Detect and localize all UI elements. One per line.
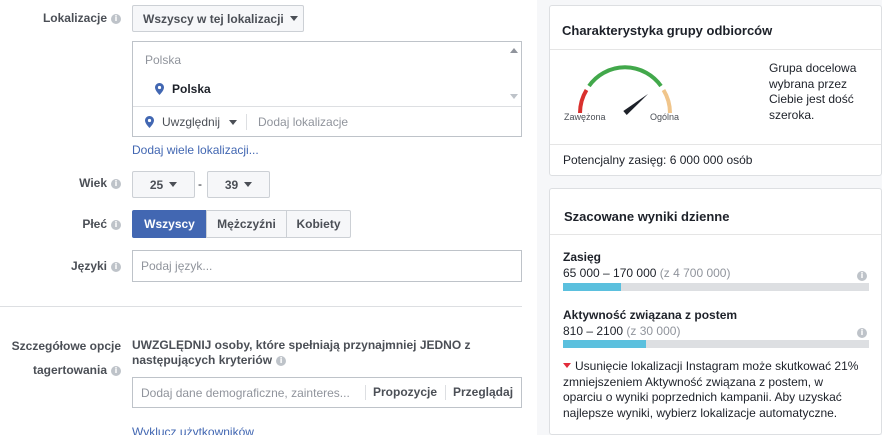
info-icon[interactable]: i bbox=[111, 366, 121, 376]
gauge-label-narrow: Zawężona bbox=[564, 112, 606, 122]
reach-progress-bar bbox=[563, 283, 869, 291]
age-from-select[interactable]: 25 bbox=[132, 171, 195, 198]
summary-sidebar: Charakterystyka grupy odbiorców Zawężona… bbox=[537, 0, 882, 435]
add-many-locations-link[interactable]: Dodaj wiele lokalizacji... bbox=[132, 143, 259, 157]
language-input[interactable]: Podaj język... bbox=[132, 250, 522, 282]
age-separator: - bbox=[198, 177, 202, 191]
audience-description: Grupa docelowa wybrana przez Ciebie jest… bbox=[769, 61, 857, 122]
gender-men-button[interactable]: Mężczyźni bbox=[206, 210, 287, 238]
browse-button[interactable]: Przeglądaj bbox=[453, 385, 513, 399]
instagram-warning: Usunięcie lokalizacji Instagram może sku… bbox=[563, 359, 859, 420]
divider bbox=[133, 106, 521, 107]
languages-label: Języki i bbox=[20, 259, 121, 273]
location-audience-dropdown[interactable]: Wszyscy w tej lokalizacji bbox=[132, 5, 304, 32]
scroll-up-icon[interactable] bbox=[510, 48, 518, 53]
gauge-needle bbox=[623, 93, 649, 115]
detailed-targeting-description: UWZGLĘDNIJ osoby, które spełniają przyna… bbox=[132, 338, 471, 367]
divider bbox=[246, 114, 247, 130]
info-icon[interactable]: i bbox=[111, 220, 121, 230]
engagement-progress-bar bbox=[563, 340, 869, 348]
divider bbox=[445, 385, 446, 400]
include-dropdown[interactable]: Uwzględnij bbox=[145, 115, 238, 129]
daily-results-card: Szacowane wyniki dzienne Zasięg 65 000 –… bbox=[549, 188, 882, 435]
info-icon[interactable]: i bbox=[111, 179, 121, 189]
add-location-input[interactable]: Dodaj lokalizacje bbox=[258, 115, 348, 129]
metric-name: Zasięg bbox=[563, 250, 602, 264]
info-icon[interactable]: i bbox=[276, 356, 287, 366]
location-pin-icon bbox=[145, 116, 154, 128]
warning-triangle-icon bbox=[563, 363, 571, 368]
location-selected-item[interactable]: Polska bbox=[155, 82, 211, 96]
metric-post-engagement: Aktywność związana z postem 810 – 2100 (… bbox=[563, 308, 737, 338]
metric-total: (z 30 000) bbox=[626, 324, 681, 338]
engagement-progress-fill bbox=[563, 340, 646, 348]
divider bbox=[550, 234, 881, 235]
divider bbox=[550, 144, 881, 145]
potential-reach: Potencjalny zasięg: 6 000 000 osób bbox=[563, 153, 753, 167]
location-scrollbar[interactable] bbox=[507, 42, 521, 106]
gender-label: Płeć i bbox=[20, 217, 121, 231]
age-to-select[interactable]: 39 bbox=[207, 171, 270, 198]
metric-total: (z 4 700 000) bbox=[659, 266, 731, 280]
daily-results-title: Szacowane wyniki dzienne bbox=[564, 209, 730, 224]
section-divider bbox=[0, 306, 522, 307]
reach-progress-fill bbox=[563, 283, 622, 291]
chevron-down-icon bbox=[169, 182, 178, 187]
chevron-down-icon bbox=[289, 16, 298, 21]
metric-range: 810 – 2100 bbox=[563, 324, 624, 338]
info-icon[interactable]: i bbox=[111, 262, 121, 272]
age-label: Wiek i bbox=[20, 176, 121, 190]
gender-all-button[interactable]: Wszyscy bbox=[132, 210, 207, 238]
exclude-users-link[interactable]: Wyklucz użytkowników bbox=[132, 425, 254, 435]
gauge-label-broad: Ogólna bbox=[650, 112, 680, 122]
location-box: Polska Polska Uwzględnij Dodaj lokalizac… bbox=[132, 41, 522, 137]
metric-range: 65 000 – 170 000 bbox=[563, 266, 657, 280]
scroll-down-icon[interactable] bbox=[510, 94, 518, 99]
info-icon[interactable]: i bbox=[857, 271, 867, 281]
metric-reach: Zasięg 65 000 – 170 000 (z 4 700 000) bbox=[563, 250, 730, 280]
location-label: Lokalizacje i bbox=[20, 11, 121, 25]
detailed-targeting-input[interactable]: Dodaj dane demograficzne, zainteres... P… bbox=[132, 377, 522, 408]
suggestions-button[interactable]: Propozycje bbox=[373, 385, 437, 399]
info-icon[interactable]: i bbox=[111, 14, 121, 24]
metric-name: Aktywność związana z postem bbox=[563, 308, 738, 322]
audience-card-title: Charakterystyka grupy odbiorców bbox=[562, 23, 773, 38]
info-icon[interactable]: i bbox=[857, 328, 867, 338]
detailed-targeting-placeholder: Dodaj dane demograficzne, zainteres... bbox=[141, 385, 350, 400]
detailed-targeting-label: Szczegółowe opcje tagertowania i bbox=[11, 339, 121, 377]
location-group-header: Polska bbox=[145, 53, 182, 67]
divider bbox=[550, 49, 881, 50]
audience-definition-card: Charakterystyka grupy odbiorców Zawężona… bbox=[549, 5, 882, 176]
divider bbox=[365, 385, 366, 400]
chevron-down-icon bbox=[229, 119, 238, 125]
gender-women-button[interactable]: Kobiety bbox=[286, 210, 351, 238]
targeting-panel: Lokalizacje i Wszyscy w tej lokalizacji P… bbox=[0, 0, 537, 435]
chevron-down-icon bbox=[244, 182, 253, 187]
location-pin-icon bbox=[155, 83, 164, 95]
